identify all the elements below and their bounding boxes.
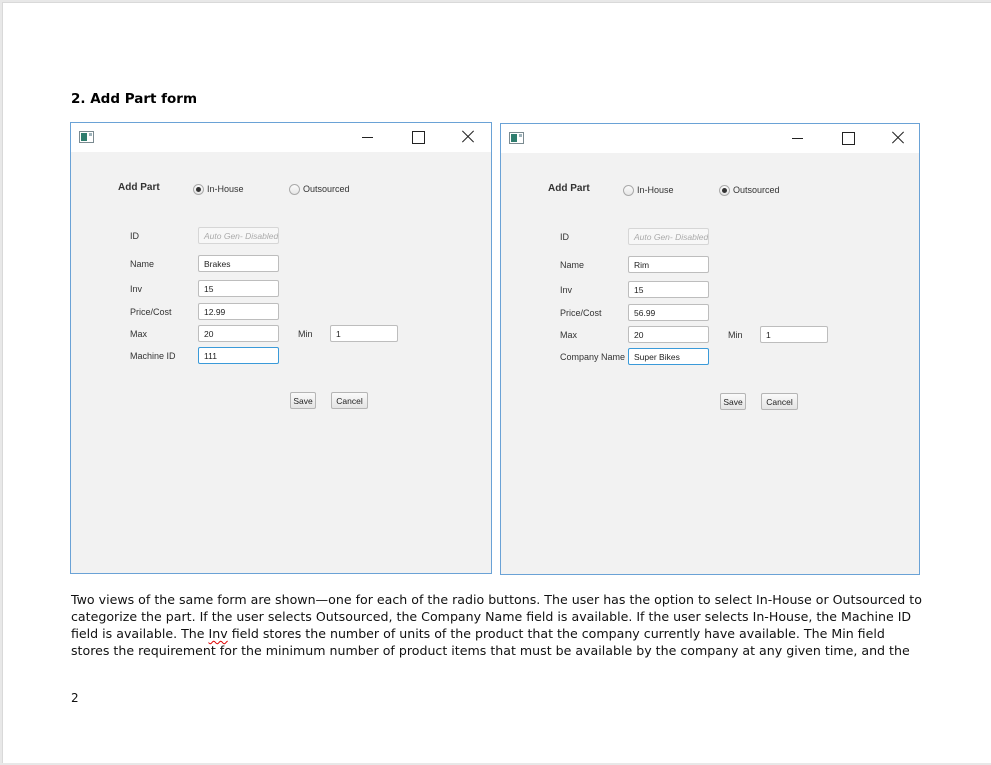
max-field[interactable]: 20 [628, 326, 709, 343]
minimize-icon[interactable] [360, 129, 378, 145]
maximize-icon[interactable] [409, 129, 427, 145]
cancel-button[interactable]: Cancel [761, 393, 798, 410]
price-field[interactable]: 12.99 [198, 303, 279, 320]
app-icon [79, 131, 94, 143]
company-name-field[interactable]: Super Bikes [628, 348, 709, 365]
id-field: Auto Gen- Disabled [628, 228, 709, 245]
price-label: Price/Cost [560, 308, 602, 318]
close-icon[interactable] [459, 129, 477, 145]
section-heading: 2. Add Part form [71, 91, 198, 107]
inhouse-radio-label[interactable]: In-House [637, 185, 674, 195]
inv-label: Inv [560, 285, 573, 295]
cancel-button[interactable]: Cancel [331, 392, 368, 409]
price-label: Price/Cost [130, 307, 172, 317]
min-field[interactable]: 1 [760, 326, 828, 343]
inv-field[interactable]: 15 [198, 280, 279, 297]
paragraph-line: Two views of the same form are shown—one… [71, 592, 922, 607]
max-label: Max [560, 330, 578, 340]
id-label: ID [560, 232, 569, 242]
save-button[interactable]: Save [290, 392, 316, 409]
name-label: Name [560, 260, 585, 270]
name-field[interactable]: Brakes [198, 255, 279, 272]
form-title: Add Part [548, 183, 590, 194]
outsourced-radio[interactable] [719, 185, 730, 196]
window-titlebar [501, 124, 919, 153]
price-field[interactable]: 56.99 [628, 304, 709, 321]
description-paragraph: Two views of the same form are shown—one… [71, 591, 941, 659]
min-field[interactable]: 1 [330, 325, 398, 342]
paragraph-line: stores the requirement for the minimum n… [71, 643, 910, 658]
name-label: Name [130, 259, 155, 269]
paragraph-text: field stores the number of units of the … [227, 626, 885, 641]
paragraph-line: field is available. The Inv field stores… [71, 625, 941, 642]
inhouse-radio[interactable] [623, 185, 634, 196]
name-field[interactable]: Rim [628, 256, 709, 273]
inhouse-radio-label[interactable]: In-House [207, 184, 244, 194]
inhouse-radio[interactable] [193, 184, 204, 195]
page-number: 2 [71, 691, 79, 705]
machine-id-label: Machine ID [130, 351, 176, 361]
window-titlebar [71, 123, 491, 152]
min-label: Min [728, 330, 743, 340]
max-field[interactable]: 20 [198, 325, 279, 342]
app-icon [509, 132, 524, 144]
inv-label: Inv [130, 284, 143, 294]
machine-id-field[interactable]: 111 [198, 347, 279, 364]
spellcheck-word: Inv [208, 626, 228, 641]
paragraph-text: field is available. The [71, 626, 209, 641]
outsourced-radio-label[interactable]: Outsourced [303, 184, 350, 194]
id-label: ID [130, 231, 139, 241]
paragraph-line: categorize the part. If the user selects… [71, 609, 912, 624]
company-name-label: Company Name [560, 352, 626, 362]
minimize-icon[interactable] [790, 130, 808, 146]
document-page: 2. Add Part form Add Part In-House Outso… [2, 2, 991, 763]
form-title: Add Part [118, 182, 160, 193]
add-part-window-inhouse: Add Part In-House Outsourced ID Auto Gen… [70, 122, 492, 574]
save-button[interactable]: Save [720, 393, 746, 410]
add-part-window-outsourced: Add Part In-House Outsourced ID Auto Gen… [500, 123, 920, 575]
max-label: Max [130, 329, 148, 339]
maximize-icon[interactable] [839, 130, 857, 146]
id-field: Auto Gen- Disabled [198, 227, 279, 244]
outsourced-radio-label[interactable]: Outsourced [733, 185, 780, 195]
min-label: Min [298, 329, 313, 339]
inv-field[interactable]: 15 [628, 281, 709, 298]
close-icon[interactable] [889, 130, 907, 146]
outsourced-radio[interactable] [289, 184, 300, 195]
